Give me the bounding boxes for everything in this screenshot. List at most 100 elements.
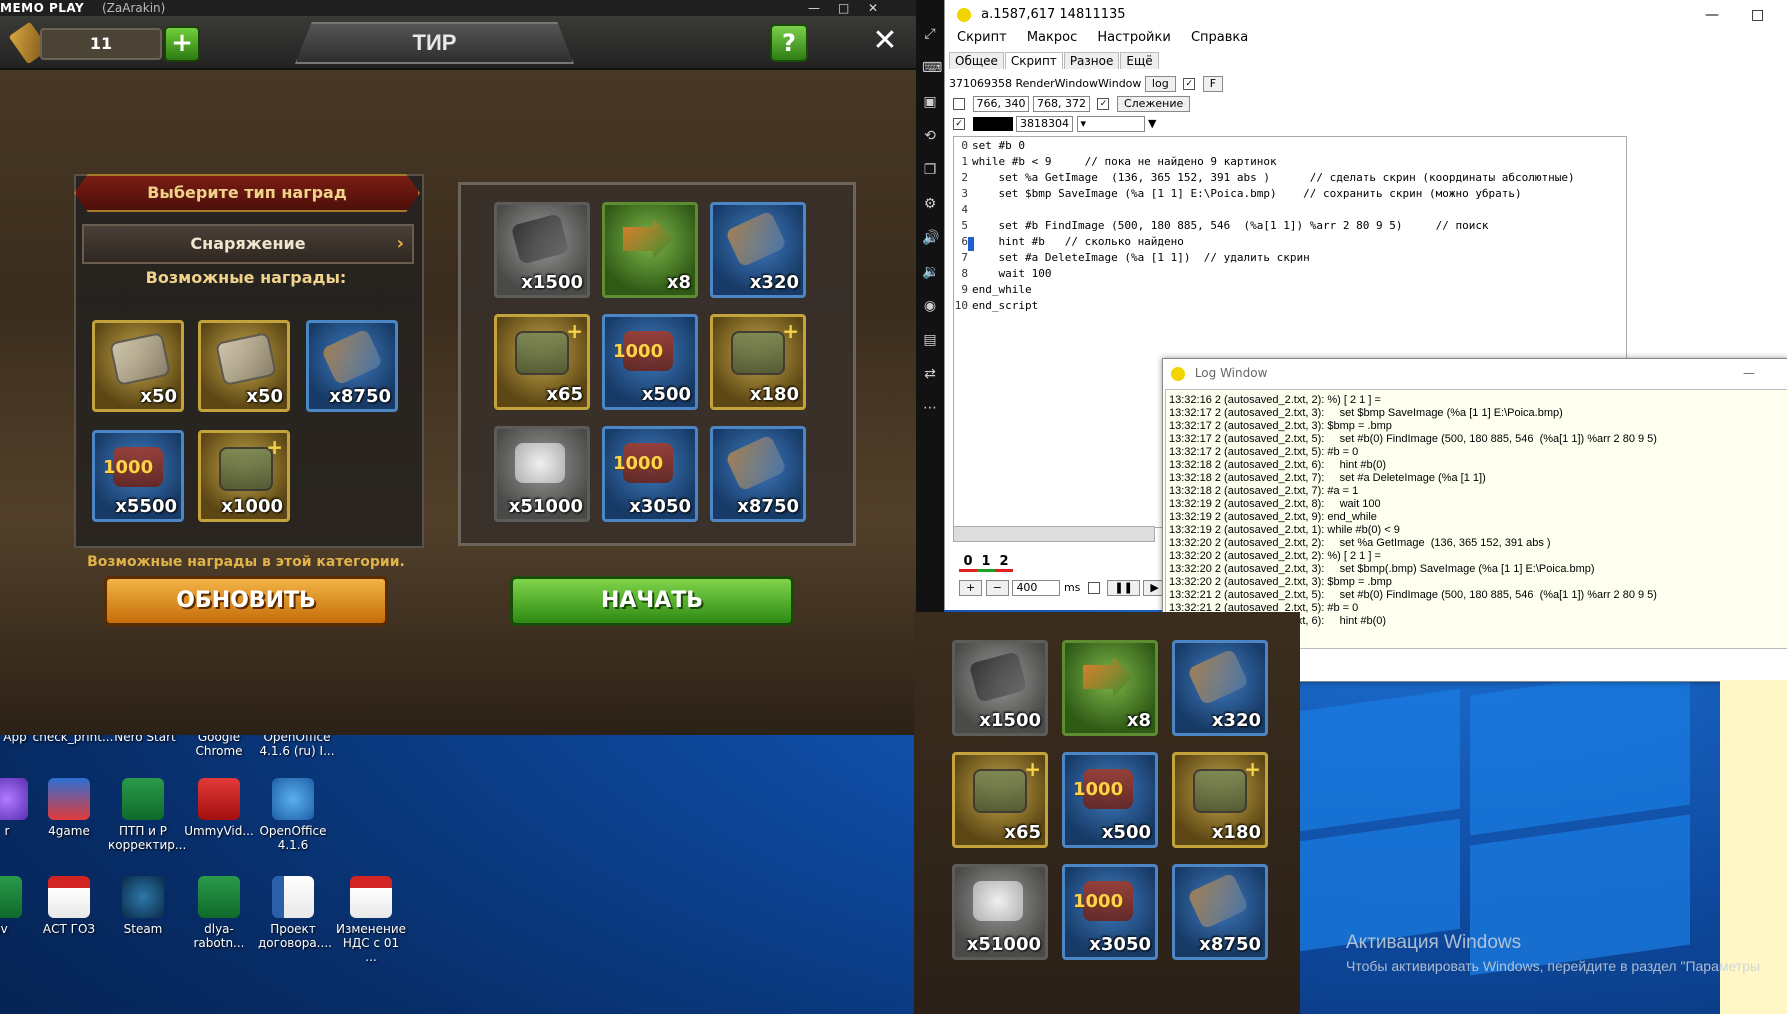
log-button[interactable]: log — [1144, 76, 1176, 92]
code-text: wait 100 — [972, 267, 1052, 280]
plus-icon: + — [782, 319, 799, 343]
log-line: 13:32:20 2 (autosaved_2.txt, 2): %) [ 2 … — [1169, 550, 1381, 562]
desktop-icon-steam[interactable]: Steam — [108, 876, 178, 936]
chevron-down-icon[interactable]: ▼ — [1148, 117, 1156, 130]
code-text: end_script — [972, 299, 1039, 312]
desktop-icon-ummy[interactable]: UmmyVid... — [184, 778, 254, 838]
add-button[interactable]: + — [959, 580, 983, 596]
volume-down-icon[interactable]: 🔉 — [922, 264, 939, 280]
f-button[interactable]: F — [1202, 76, 1224, 92]
ummy-video-icon — [198, 778, 240, 820]
reward-item: x8750 — [1172, 864, 1268, 960]
box-icon — [515, 331, 569, 375]
tab-script[interactable]: Скрипт — [1004, 52, 1063, 69]
item-quantity: x8 — [1126, 710, 1151, 731]
menu-item-script[interactable]: Скрипт — [957, 30, 1007, 45]
reward-item: + x1000 — [198, 430, 290, 522]
sync-icon[interactable]: ⇄ — [922, 366, 938, 382]
coord2-field[interactable]: 768, 372 — [1032, 96, 1090, 112]
editor-scrollbar[interactable] — [953, 526, 1155, 542]
coords-checkbox[interactable] — [953, 98, 965, 110]
color-dropdown[interactable]: ▾ — [1076, 116, 1145, 132]
log-line: 13:32:20 2 (autosaved_2.txt, 3): $bmp = … — [1169, 576, 1392, 588]
code-text: hint #b // сколько найдено — [972, 235, 1184, 248]
log-checkbox[interactable]: ✓ — [1183, 78, 1196, 90]
close-button[interactable]: ✕ — [870, 26, 900, 56]
thread-2[interactable]: 2 — [995, 554, 1013, 572]
item-quantity: x5500 — [115, 496, 177, 517]
reward-item: x1500 — [494, 202, 590, 298]
desktop-icon-proekt[interactable]: Проект договора.... — [258, 876, 332, 950]
code-line: 7 set #a DeleteImage (%a [1 1]) // удали… — [954, 251, 1310, 264]
smiley-icon — [1171, 366, 1185, 381]
thread-0[interactable]: 0 — [959, 554, 977, 572]
more-icon[interactable]: ⋯ — [922, 400, 938, 416]
help-button[interactable]: ? — [770, 24, 808, 62]
add-ammo-button[interactable]: + — [164, 26, 200, 62]
reward-item: 1000 x3050 — [1062, 864, 1158, 960]
code-line: 3 set $bmp SaveImage (%a [1 1] E:\Poica.… — [954, 187, 1521, 200]
item-badge: 1000 — [1073, 779, 1124, 800]
desktop-icon-ptp[interactable]: ПТП и Р корректир... — [108, 778, 186, 852]
window-row: 371069358 RenderWindowWindow log ✓ F — [949, 76, 1224, 92]
folder-icon[interactable]: ▤ — [922, 332, 938, 348]
minimize-button[interactable]: — — [808, 0, 820, 16]
maximize-button[interactable]: □ — [838, 0, 849, 16]
desktop-icon-ast-goz[interactable]: АСТ ГОЗ — [34, 876, 104, 936]
item-quantity: x65 — [546, 384, 583, 405]
smiley-icon — [957, 7, 971, 22]
thread-1[interactable]: 1 — [977, 554, 995, 572]
color-value-field[interactable]: 3818304 — [1016, 116, 1073, 132]
plus-icon: + — [1244, 757, 1261, 781]
desktop-icon-openoffice[interactable]: OpenOffice 4.1.6 — [258, 778, 328, 852]
menu-item-settings[interactable]: Настройки — [1097, 30, 1170, 45]
delay-checkbox[interactable] — [1087, 582, 1100, 594]
gear-icon[interactable]: ⚙ — [922, 196, 938, 212]
reward-item: 1000 x500 — [1062, 752, 1158, 848]
close-window-button[interactable]: ✕ — [868, 0, 878, 16]
location-icon[interactable]: ◉ — [922, 298, 938, 314]
fullscreen-icon[interactable]: ⤢ — [922, 26, 938, 42]
delay-field[interactable]: 400 — [1012, 580, 1061, 596]
plus-icon: + — [566, 319, 583, 343]
color-checkbox[interactable]: ✓ — [953, 118, 965, 130]
reward-type-select[interactable]: Снаряжение › — [82, 224, 414, 264]
desktop-icon-dlya[interactable]: dlya-rabotn... — [184, 876, 254, 950]
maximize-button[interactable]: □ — [1751, 0, 1764, 30]
macro-titlebar: a.1587,617 14811135 — □ — [945, 0, 1787, 30]
windows-logo-pane — [1300, 688, 1460, 832]
window-icon[interactable]: ❐ — [922, 162, 938, 178]
tab-more[interactable]: Ещё — [1120, 52, 1159, 69]
tab-misc[interactable]: Разное — [1063, 52, 1120, 69]
menu-item-help[interactable]: Справка — [1191, 30, 1248, 45]
item-quantity: x1500 — [521, 272, 583, 293]
minimize-button[interactable]: — — [1705, 0, 1719, 30]
reward-item: x50 — [198, 320, 290, 412]
keyboard-icon[interactable]: ⌨ — [922, 60, 942, 76]
coord1-field[interactable]: 766, 340 — [972, 96, 1030, 112]
tab-general[interactable]: Общее — [949, 52, 1004, 69]
menu-item-macro[interactable]: Макрос — [1027, 30, 1077, 45]
screenshot-icon[interactable]: ▣ — [922, 94, 938, 110]
volume-up-icon[interactable]: 🔊 — [922, 230, 939, 246]
reward-item: x8750 — [306, 320, 398, 412]
desktop-icon-4game[interactable]: 4game — [34, 778, 104, 838]
start-button[interactable]: НАЧАТЬ — [510, 576, 794, 626]
desktop-icon[interactable]: sv — [0, 876, 36, 936]
emulator-titlebar: MEMO PLAY (ZaArakin) — □ ✕ — [0, 0, 916, 16]
reward-item: x8 — [602, 202, 698, 298]
item-quantity: x3050 — [629, 496, 691, 517]
minimize-button[interactable]: — — [1743, 359, 1755, 387]
item-quantity: x8750 — [329, 386, 391, 407]
pause-button[interactable]: ❚❚ — [1107, 580, 1140, 596]
remove-button[interactable]: − — [985, 580, 1009, 596]
refresh-button[interactable]: ОБНОВИТЬ — [104, 576, 388, 626]
plus-icon: + — [266, 435, 283, 459]
code-text: set #a DeleteImage (%a [1 1]) // удалить… — [972, 251, 1310, 264]
menu-bar: Скрипт Макрос Настройки Справка — [945, 30, 1252, 50]
tracking-checkbox[interactable]: ✓ — [1097, 98, 1110, 110]
log-body[interactable]: 13:32:16 2 (autosaved_2.txt, 2): %) [ 2 … — [1165, 389, 1787, 649]
desktop-icon-nds[interactable]: Изменение НДС с 01 ... — [336, 876, 406, 964]
rotate-icon[interactable]: ⟲ — [922, 128, 938, 144]
tracking-button[interactable]: Слежение — [1116, 96, 1191, 112]
